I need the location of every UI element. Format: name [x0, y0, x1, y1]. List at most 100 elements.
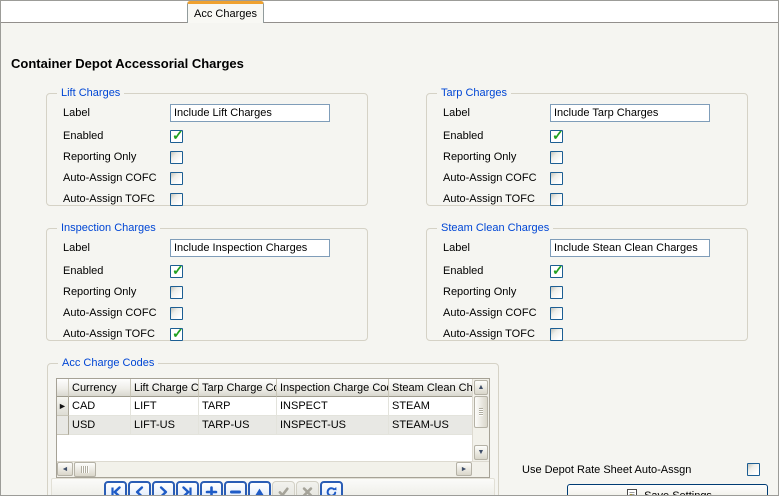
cell-tarp-code[interactable]: TARP-US: [199, 416, 277, 435]
label-field-caption: Label: [63, 107, 90, 119]
column-header-tarp-charge-code[interactable]: Tarp Charge Co: [199, 379, 277, 397]
group-title: Lift Charges: [57, 86, 125, 101]
inspection-enabled-checkbox[interactable]: [170, 262, 184, 279]
steam-auto-assign-cofc-checkbox[interactable]: [550, 306, 563, 320]
grid-table: Currency Lift Charge Co Tarp Charge Co I…: [57, 379, 472, 461]
tarp-auto-assign-cofc-checkbox[interactable]: [550, 171, 563, 185]
group-title: Inspection Charges: [57, 221, 160, 236]
enabled-caption: Enabled: [443, 265, 484, 277]
tarp-auto-assign-tofc-checkbox[interactable]: [550, 192, 563, 206]
steam-enabled-checkbox[interactable]: [550, 262, 564, 279]
inspection-auto-assign-tofc-checkbox[interactable]: [170, 325, 184, 342]
insert-record-icon: [205, 485, 218, 495]
label-field-caption: Label: [443, 242, 470, 254]
steam-reporting-only-checkbox[interactable]: [550, 285, 563, 299]
scroll-down-button[interactable]: ▼: [474, 445, 488, 460]
grid-horizontal-scrollbar[interactable]: ◄ ►: [57, 461, 489, 477]
group-steam-clean-charges: Steam Clean Charges Label Enabled Report…: [426, 221, 748, 341]
vertical-scroll-thumb[interactable]: [474, 396, 488, 428]
cell-currency[interactable]: USD: [69, 416, 131, 435]
scroll-down-arrow-icon: ▼: [477, 449, 485, 456]
cell-inspection-code[interactable]: INSPECT: [277, 397, 389, 416]
group-title: Tarp Charges: [437, 86, 512, 101]
group-inspection-charges: Inspection Charges Label Enabled Reporti…: [46, 221, 368, 342]
save-settings-icon: [627, 488, 638, 495]
db-navigator: [104, 481, 343, 495]
column-header-inspection-charge-code[interactable]: Inspection Charge Cod: [277, 379, 389, 397]
grid-vertical-scrollbar[interactable]: ▲ ▼: [472, 379, 489, 461]
lift-reporting-only-checkbox[interactable]: [170, 150, 183, 164]
row-indicator-cell: [57, 416, 69, 435]
nav-cancel-button[interactable]: [296, 481, 319, 495]
cell-currency[interactable]: CAD: [69, 397, 131, 416]
nav-refresh-button[interactable]: [320, 481, 343, 495]
nav-prior-button[interactable]: [128, 481, 151, 495]
enabled-caption: Enabled: [63, 130, 104, 142]
column-header-currency[interactable]: Currency: [69, 379, 131, 397]
auto-assign-tofc-caption: Auto-Assign TOFC: [443, 193, 535, 205]
cell-tarp-code[interactable]: TARP: [199, 397, 277, 416]
tarp-reporting-only-checkbox[interactable]: [550, 150, 563, 164]
db-navigator-panel: [51, 478, 495, 495]
inspection-reporting-only-checkbox[interactable]: [170, 285, 183, 299]
group-title: Acc Charge Codes: [58, 356, 159, 371]
horizontal-scroll-track[interactable]: [97, 462, 456, 477]
scroll-right-button[interactable]: ►: [456, 462, 472, 476]
last-record-icon: [182, 485, 192, 495]
nav-delete-button[interactable]: [224, 481, 247, 495]
lift-label-input[interactable]: [170, 104, 330, 122]
cancel-edit-icon: [302, 486, 313, 495]
post-edit-icon: [278, 487, 289, 495]
scroll-up-arrow-icon: ▲: [477, 384, 485, 391]
scroll-right-arrow-icon: ►: [460, 465, 468, 473]
nav-next-button[interactable]: [152, 481, 175, 495]
enabled-caption: Enabled: [443, 130, 484, 142]
next-record-icon: [159, 485, 168, 495]
nav-last-button[interactable]: [176, 481, 199, 495]
use-depot-rate-sheet-checkbox[interactable]: [747, 463, 760, 476]
tarp-enabled-checkbox[interactable]: [550, 127, 564, 144]
column-header-lift-charge-code[interactable]: Lift Charge Co: [131, 379, 199, 397]
scroll-up-button[interactable]: ▲: [474, 380, 488, 395]
nav-edit-button[interactable]: [248, 481, 271, 495]
cell-lift-code[interactable]: LIFT-US: [131, 416, 199, 435]
use-depot-rate-sheet-label: Use Depot Rate Sheet Auto-Assgn: [522, 464, 692, 476]
vertical-scroll-track[interactable]: [473, 428, 489, 444]
steam-auto-assign-tofc-checkbox[interactable]: [550, 327, 563, 341]
app-window: Acc Charges Container Depot Accessorial …: [0, 0, 779, 496]
grid-row-usd[interactable]: USD LIFT-US TARP-US INSPECT-US STEAM-US: [57, 416, 472, 435]
steam-label-input[interactable]: [550, 239, 710, 257]
page-title: Container Depot Accessorial Charges: [11, 56, 244, 71]
auto-assign-cofc-caption: Auto-Assign COFC: [443, 172, 537, 184]
nav-first-button[interactable]: [104, 481, 127, 495]
lift-enabled-checkbox[interactable]: [170, 127, 184, 144]
inspection-label-input[interactable]: [170, 239, 330, 257]
auto-assign-tofc-caption: Auto-Assign TOFC: [63, 193, 155, 205]
cell-inspection-code[interactable]: INSPECT-US: [277, 416, 389, 435]
reporting-only-caption: Reporting Only: [63, 151, 137, 163]
tarp-label-input[interactable]: [550, 104, 710, 122]
column-header-steam-clean-charge-code[interactable]: Steam Clean Char: [389, 379, 472, 397]
nav-insert-button[interactable]: [200, 481, 223, 495]
cell-steam-code[interactable]: STEAM-US: [389, 416, 472, 435]
cell-lift-code[interactable]: LIFT: [131, 397, 199, 416]
group-acc-charge-codes: Acc Charge Codes Currency Lift Charge Co…: [47, 356, 499, 495]
tab-acc-charges[interactable]: Acc Charges: [187, 1, 264, 23]
current-row-indicator-cell: ►: [57, 397, 69, 416]
group-tarp-charges: Tarp Charges Label Enabled Reporting Onl…: [426, 86, 748, 206]
inspection-auto-assign-cofc-checkbox[interactable]: [170, 306, 183, 320]
save-settings-label: Save Settings: [644, 489, 712, 496]
scroll-left-button[interactable]: ◄: [57, 462, 73, 476]
label-field-caption: Label: [443, 107, 470, 119]
cell-steam-code[interactable]: STEAM: [389, 397, 472, 416]
lift-auto-assign-tofc-checkbox[interactable]: [170, 192, 183, 206]
group-lift-charges: Lift Charges Label Enabled Reporting Onl…: [46, 86, 368, 206]
edit-record-icon: [255, 488, 264, 495]
first-record-icon: [111, 485, 121, 495]
current-row-arrow-icon: ►: [58, 400, 67, 411]
lift-auto-assign-cofc-checkbox[interactable]: [170, 171, 183, 185]
horizontal-scroll-thumb[interactable]: [74, 462, 96, 477]
save-settings-button[interactable]: Save Settings: [567, 484, 768, 496]
grid-row-cad[interactable]: ► CAD LIFT TARP INSPECT STEAM: [57, 397, 472, 416]
nav-post-button[interactable]: [272, 481, 295, 495]
